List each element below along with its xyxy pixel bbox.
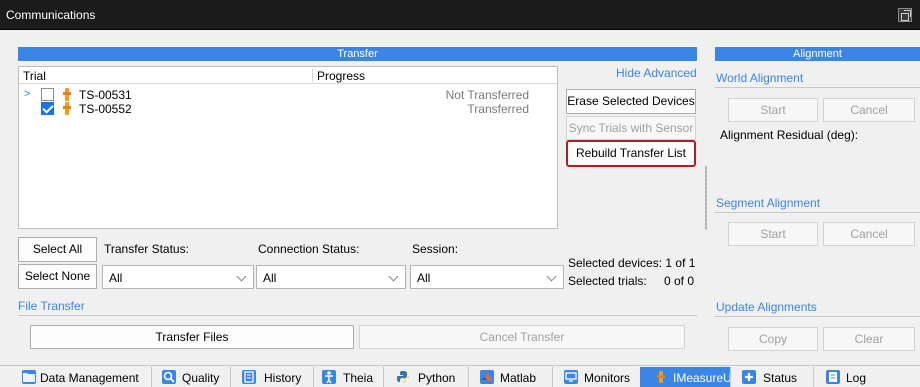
tab-divider <box>552 367 553 387</box>
selected-trials-label: Selected trials: <box>568 274 647 288</box>
folder-icon <box>22 370 36 384</box>
transfer-header: Transfer <box>18 47 697 61</box>
connection-status-dropdown[interactable]: All <box>256 265 406 289</box>
tab-divider <box>730 367 731 387</box>
segment-alignment-label: Segment Alignment <box>716 196 821 210</box>
chevron-down-icon <box>387 268 401 286</box>
tab-divider <box>468 367 469 387</box>
transfer-files-button[interactable]: Transfer Files <box>30 325 354 349</box>
log-icon <box>826 370 840 384</box>
tab-quality[interactable]: Quality <box>156 367 230 387</box>
expand-icon[interactable]: > <box>24 88 30 100</box>
tab-label: Data Management <box>40 371 139 385</box>
trial-tree[interactable]: Trial Progress > TS-00531 Not Transferre… <box>18 66 558 229</box>
trial-status: Transferred <box>467 102 529 116</box>
tab-label: Python <box>418 371 456 385</box>
panel-splitter-handle[interactable] <box>705 166 707 230</box>
transfer-status-dropdown[interactable]: All <box>102 265 254 289</box>
tab-label: Monitors <box>584 371 631 385</box>
erase-selected-devices-button[interactable]: Erase Selected Devices <box>566 89 696 114</box>
matlab-icon <box>480 370 494 384</box>
update-alignments-divider <box>715 316 920 317</box>
restore-window-icon[interactable] <box>898 8 912 22</box>
tab-divider <box>813 367 814 387</box>
trial-row[interactable]: > TS-00531 Not Transferred <box>19 88 557 102</box>
sensor-device-icon <box>63 88 71 101</box>
tab-log[interactable]: Log <box>818 367 876 387</box>
trial-name: TS-00552 <box>79 102 132 116</box>
trial-checkbox[interactable] <box>41 102 54 115</box>
session-dropdown[interactable]: All <box>410 265 564 289</box>
window-title: Communications <box>6 8 96 22</box>
column-progress[interactable]: Progress <box>317 69 365 83</box>
tab-data-management[interactable]: Data Management <box>14 367 150 387</box>
connection-status-value: All <box>263 271 277 285</box>
world-alignment-cancel-button[interactable]: Cancel <box>823 98 915 122</box>
figure-icon <box>322 370 336 384</box>
monitor-icon <box>564 370 578 384</box>
tab-label: Log <box>846 371 867 385</box>
plus-icon <box>742 370 756 384</box>
trial-status: Not Transferred <box>445 88 529 102</box>
connection-status-label: Connection Status: <box>258 242 360 256</box>
trial-tree-header: Trial Progress <box>19 67 557 84</box>
hide-advanced-link[interactable]: Hide Advanced <box>616 66 697 80</box>
tab-monitors[interactable]: Monitors <box>558 367 640 387</box>
selected-devices-text: Selected devices: 1 of 1 <box>568 256 696 270</box>
clear-alignment-button[interactable]: Clear <box>823 327 915 351</box>
communications-window: Communications Transfer Trial Progress >… <box>0 0 920 387</box>
tab-status[interactable]: Status <box>736 367 812 387</box>
session-label: Session: <box>412 242 459 256</box>
segment-alignment-start-button[interactable]: Start <box>728 222 818 246</box>
tab-label: Quality <box>182 371 220 385</box>
tab-label: IMeasureU <box>673 371 732 385</box>
select-none-button[interactable]: Select None <box>18 264 97 289</box>
trial-name: TS-00531 <box>79 88 132 102</box>
sensor-device-icon <box>63 102 71 115</box>
tab-divider <box>313 367 314 387</box>
tab-history[interactable]: History <box>236 367 312 387</box>
alignment-header: Alignment <box>715 47 920 61</box>
tab-imeasureu[interactable]: IMeasureU <box>640 367 732 387</box>
title-bar: Communications <box>0 0 920 30</box>
transfer-status-value: All <box>109 271 123 285</box>
world-alignment-label: World Alignment <box>716 71 804 85</box>
trial-checkbox[interactable] <box>41 88 54 101</box>
tab-label: History <box>264 371 302 385</box>
chevron-down-icon <box>545 268 559 286</box>
sensor-icon <box>654 370 668 384</box>
column-separator <box>312 69 313 82</box>
world-alignment-start-button[interactable]: Start <box>728 98 818 122</box>
session-value: All <box>417 271 431 285</box>
update-alignments-label: Update Alignments <box>716 300 817 314</box>
segment-alignment-cancel-button[interactable]: Cancel <box>823 222 915 246</box>
alignment-residual-label: Alignment Residual (deg): <box>720 128 859 142</box>
history-icon <box>242 370 256 384</box>
transfer-status-label: Transfer Status: <box>104 242 189 256</box>
search-icon <box>162 370 176 384</box>
segment-alignment-divider <box>715 212 920 213</box>
tab-label: Theia <box>343 371 374 385</box>
sync-trials-button[interactable]: Sync Trials with Sensor <box>566 116 696 140</box>
tab-divider <box>383 367 384 387</box>
tab-divider <box>151 367 152 387</box>
tab-theia[interactable]: Theia <box>318 367 382 387</box>
tab-label: Matlab <box>500 371 537 385</box>
tab-divider <box>230 367 231 387</box>
column-trial[interactable]: Trial <box>23 69 46 83</box>
python-icon <box>396 370 410 384</box>
world-alignment-divider <box>715 87 920 88</box>
trial-row[interactable]: TS-00552 Transferred <box>19 102 557 116</box>
file-transfer-divider <box>18 315 697 316</box>
chevron-down-icon <box>235 268 249 286</box>
tab-label: Status <box>763 371 798 385</box>
tab-python[interactable]: Python <box>388 367 468 387</box>
tab-matlab[interactable]: Matlab <box>474 367 552 387</box>
file-transfer-label: File Transfer <box>18 299 85 313</box>
selected-trials-value: 0 of 0 <box>664 274 695 288</box>
select-all-button[interactable]: Select All <box>18 237 97 262</box>
cancel-transfer-button[interactable]: Cancel Transfer <box>359 325 685 349</box>
copy-alignment-button[interactable]: Copy <box>728 327 818 351</box>
rebuild-transfer-list-button[interactable]: Rebuild Transfer List <box>566 140 696 167</box>
